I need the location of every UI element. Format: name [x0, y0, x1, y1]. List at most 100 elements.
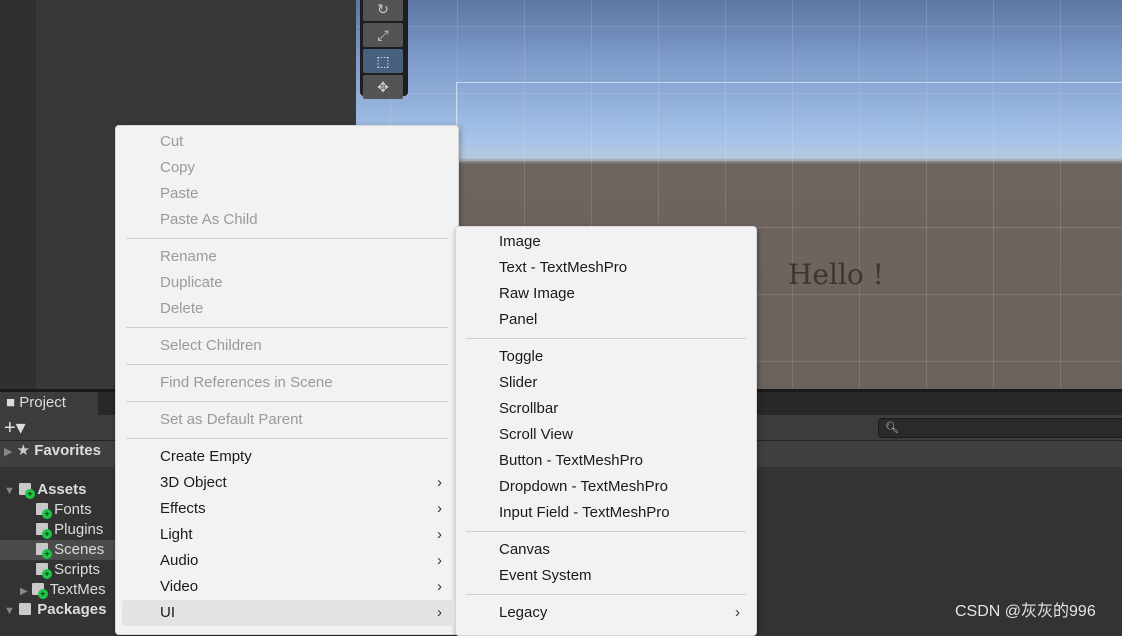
folder-icon: +	[36, 503, 52, 519]
tree-item[interactable]: ▼ Packages	[0, 600, 106, 620]
menu-item-find-references-in-scene[interactable]: Find References in Scene	[122, 370, 452, 396]
menu-item-label: Select Children	[160, 337, 262, 354]
menu-item-label: 3D Object	[160, 474, 227, 491]
menu-item-label: Toggle	[499, 348, 544, 365]
tree-item[interactable]: + Scripts	[0, 560, 100, 580]
menu-item-label: Copy	[160, 159, 196, 176]
menu-item-cut[interactable]: Cut	[122, 129, 452, 155]
menu-item-event-system[interactable]: Event System	[462, 563, 750, 589]
menu-item-label: UI	[160, 604, 175, 621]
chevron-right-icon: ›	[437, 526, 442, 543]
menu-item-create-empty[interactable]: Create Empty	[122, 444, 452, 470]
menu-item-video[interactable]: Video ›	[122, 574, 452, 600]
tab-project[interactable]: ■ Project	[0, 392, 98, 415]
menu-item-canvas[interactable]: Canvas	[462, 537, 750, 563]
menu-separator	[466, 526, 746, 537]
chevron-right-icon: ›	[437, 604, 442, 621]
tree-item[interactable]: ▶ ★ Favorites	[0, 441, 101, 461]
menu-item-image[interactable]: Image	[462, 229, 750, 255]
menu-item-delete[interactable]: Delete	[122, 296, 452, 322]
expand-arrow-icon[interactable]: ▶	[20, 586, 28, 597]
tree-item[interactable]: + Plugins	[0, 520, 103, 540]
menu-item-effects[interactable]: Effects ›	[122, 496, 452, 522]
menu-item-rename[interactable]: Rename	[122, 244, 452, 270]
menu-separator	[126, 433, 448, 444]
tree-item[interactable]: ▼ + Assets	[0, 480, 86, 500]
collapse-arrow-icon[interactable]: ▼	[4, 485, 15, 497]
menu-item-label: Rename	[160, 248, 217, 265]
menu-item-label: Audio	[160, 552, 199, 569]
menu-item-toggle[interactable]: Toggle	[462, 344, 750, 370]
menu-item-label: Legacy	[499, 604, 548, 621]
tree-label: Fonts	[54, 501, 92, 518]
menu-item-label: Effects	[160, 500, 206, 517]
chevron-right-icon: ›	[735, 604, 740, 621]
rotate-tool-icon[interactable]: ↻	[363, 0, 403, 21]
menu-item-label: Find References in Scene	[160, 374, 333, 391]
scene-tools-toolbar: ↻ ⤢ ⬚ ✥	[360, 0, 408, 99]
menu-item-copy[interactable]: Copy	[122, 155, 452, 181]
folder-icon	[19, 603, 32, 615]
folder-icon: +	[36, 563, 52, 579]
rect-tool-icon[interactable]: ⬚	[363, 49, 403, 73]
star-icon: ★	[16, 442, 31, 459]
project-search-input[interactable]: 🔍︎	[878, 418, 1122, 438]
menu-item-scroll-view[interactable]: Scroll View	[462, 422, 750, 448]
menu-item-panel[interactable]: Panel	[462, 307, 750, 333]
tree-label: Scripts	[54, 561, 101, 578]
ui-submenu: Image Text - TextMeshPro Raw Image Panel Tog…	[455, 226, 757, 636]
menu-separator	[126, 233, 448, 244]
add-asset-button[interactable]: +▾	[4, 415, 26, 440]
tree-label: Scenes	[54, 541, 105, 558]
tab-label: Project	[19, 394, 66, 411]
menu-item-light[interactable]: Light ›	[122, 522, 452, 548]
menu-item-audio[interactable]: Audio ›	[122, 548, 452, 574]
watermark: CSDN @灰灰的996	[955, 603, 1096, 620]
transform-tool-icon[interactable]: ✥	[363, 75, 403, 99]
tree-label: Packages	[37, 601, 107, 618]
menu-item-label: Video	[160, 578, 199, 595]
menu-item-label: Panel	[499, 311, 538, 328]
collapse-arrow-icon[interactable]: ▼	[4, 605, 15, 617]
menu-item-label: Canvas	[499, 541, 550, 558]
menu-item-text-textmeshpro[interactable]: Text - TextMeshPro	[462, 255, 750, 281]
tree-label: Favorites	[34, 442, 101, 459]
menu-item-duplicate[interactable]: Duplicate	[122, 270, 452, 296]
menu-item-ui[interactable]: UI ›	[122, 600, 452, 626]
menu-item-3d-object[interactable]: 3D Object ›	[122, 470, 452, 496]
menu-item-label: Delete	[160, 300, 204, 317]
tree-label: TextMes	[49, 581, 106, 598]
menu-item-select-children[interactable]: Select Children	[122, 333, 452, 359]
menu-item-dropdown-textmeshpro[interactable]: Dropdown - TextMeshPro	[462, 474, 750, 500]
menu-item-label: Light	[160, 526, 193, 543]
tree-item[interactable]: ▶ + TextMes	[0, 580, 106, 600]
menu-item-label: Dropdown - TextMeshPro	[499, 478, 668, 495]
folder-icon: +	[31, 583, 48, 599]
menu-separator	[126, 359, 448, 370]
menu-item-paste[interactable]: Paste	[122, 181, 452, 207]
menu-item-label: Scrollbar	[499, 400, 559, 417]
menu-item-input-field-textmeshpro[interactable]: Input Field - TextMeshPro	[462, 500, 750, 526]
chevron-right-icon: ›	[437, 474, 442, 491]
menu-item-paste-as-child[interactable]: Paste As Child	[122, 207, 452, 233]
menu-item-label: Slider	[499, 374, 538, 391]
menu-item-label: Image	[499, 233, 541, 250]
context-menu: Cut Copy Paste Paste As Child Rename Duplicat…	[115, 125, 459, 635]
scale-tool-icon[interactable]: ⤢	[363, 23, 403, 47]
menu-item-label: Input Field - TextMeshPro	[499, 504, 670, 521]
menu-item-set-as-default-parent[interactable]: Set as Default Parent	[122, 407, 452, 433]
menu-item-label: Create Empty	[160, 448, 252, 465]
menu-separator	[466, 333, 746, 344]
chevron-right-icon: ›	[437, 578, 442, 595]
tree-item[interactable]: + Fonts	[0, 500, 92, 520]
menu-item-legacy[interactable]: Legacy ›	[462, 600, 750, 626]
menu-separator	[126, 396, 448, 407]
hello-text[interactable]: Hello !	[788, 258, 884, 291]
menu-item-raw-image[interactable]: Raw Image	[462, 281, 750, 307]
menu-item-button-textmeshpro[interactable]: Button - TextMeshPro	[462, 448, 750, 474]
menu-item-label: Duplicate	[160, 274, 223, 291]
menu-item-slider[interactable]: Slider	[462, 370, 750, 396]
folder-icon: +	[19, 483, 36, 499]
menu-item-scrollbar[interactable]: Scrollbar	[462, 396, 750, 422]
expand-arrow-icon[interactable]: ▶	[4, 446, 12, 458]
